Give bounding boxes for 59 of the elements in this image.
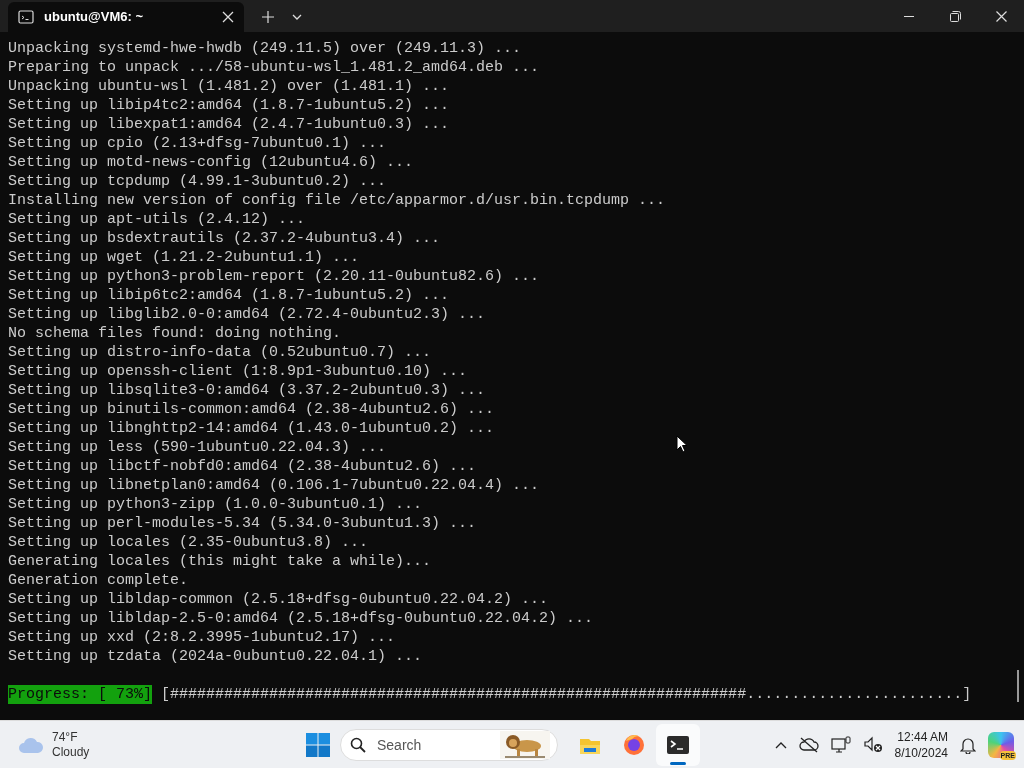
terminal-line: Setting up binutils-common:amd64 (2.38-4ubuntu2.6) ...	[8, 400, 495, 419]
terminal-line: Generation complete.	[8, 571, 189, 590]
temperature-text: 74°F	[52, 729, 79, 745]
search-icon	[350, 736, 366, 753]
terminal-line: Setting up distro-info-data (0.52ubuntu0.7) ...	[8, 343, 432, 362]
terminal-line: Setting up libctf-nobfd0:amd64 (2.38-4ubuntu2.6) ...	[8, 457, 477, 476]
bell-icon[interactable]	[960, 735, 976, 754]
terminal-line: Setting up libsqlite3-0:amd64 (3.37.2-2ubuntu0.3) ...	[8, 381, 486, 400]
terminal-line: Setting up motd-news-config (12ubuntu4.6) ...	[8, 153, 414, 172]
terminal-line: No schema files found: doing nothing.	[8, 324, 342, 343]
terminal-line: Setting up libldap-2.5-0:amd64 (2.5.18+dfsg-0ubuntu0.22.04.2) ...	[8, 609, 594, 628]
progress-label: Progress: [ 73%]	[8, 685, 153, 704]
dropdown-icon[interactable]	[292, 14, 302, 20]
progress-bar-text: [################################################################........................]	[161, 685, 972, 704]
taskbar-app-button[interactable]	[656, 723, 700, 766]
terminal-line: Setting up python3-zipp (1.0.0-3ubuntu0.1) ...	[8, 495, 423, 514]
close-icon[interactable]	[222, 11, 234, 23]
terminal-line: Setting up wget (1.21.2-2ubuntu1.1) ...	[8, 248, 360, 267]
restore-icon[interactable]	[949, 10, 961, 22]
cloud-offline-icon[interactable]	[798, 736, 819, 753]
terminal-line: Setting up python3-problem-report (2.20.11-0ubuntu82.6) ...	[8, 267, 540, 286]
network-icon[interactable]	[830, 735, 851, 754]
terminal-line: Setting up perl-modules-5.34 (5.34.0-3ubuntu1.3) ...	[8, 514, 477, 533]
browser-icon	[622, 732, 646, 757]
terminal-line: Setting up apt-utils (2.4.12) ...	[8, 210, 306, 229]
volume-muted-icon[interactable]	[862, 735, 883, 754]
terminal-line: Setting up libip4tc2:amd64 (1.8.7-1ubuntu5.2) ...	[8, 96, 450, 115]
terminal-line: Unpacking systemd-hwe-hwdb (249.11.5) over (249.11.3) ...	[8, 39, 522, 58]
terminal-line: Setting up xxd (2:8.2.3995-1ubuntu2.17) ...	[8, 628, 396, 647]
terminal-line: Setting up cpio (2.13+dfsg-7ubuntu0.1) ...	[8, 134, 387, 153]
terminal-line: Setting up libip6tc2:amd64 (1.8.7-1ubuntu5.2) ...	[8, 286, 450, 305]
clock-date[interactable]: 8/10/2024	[894, 744, 948, 761]
windows-start-icon[interactable]	[306, 732, 330, 757]
minimize-icon[interactable]	[904, 15, 914, 17]
new-tab-icon[interactable]	[262, 11, 274, 23]
terminal-line: Setting up libnghttp2-14:amd64 (1.43.0-1ubuntu0.2) ...	[8, 419, 495, 438]
clock-time[interactable]: 12:44 AM	[897, 728, 948, 745]
terminal-line: Preparing to unpack .../58-ubuntu-wsl_1.481.2_amd64.deb ...	[8, 58, 540, 77]
terminal-line: Setting up libexpat1:amd64 (2.4.7-1ubuntu0.3) ...	[8, 115, 450, 134]
terminal-line: Setting up tcpdump (4.99.1-3ubuntu0.2) ...	[8, 172, 387, 191]
terminal-line: Setting up openssh-client (1:8.9p1-3ubuntu0.10) ...	[8, 362, 468, 381]
terminal-line: Setting up libnetplan0:amd64 (0.106.1-7ubuntu0.22.04.4) ...	[8, 476, 540, 495]
terminal-tab[interactable]: ubuntu@VM6: ~	[8, 2, 244, 32]
scrollbar-thumb[interactable]	[1017, 670, 1019, 702]
terminal-line: Installing new version of config file /etc/apparmor.d/usr.bin.tcpdump ...	[8, 191, 666, 210]
terminal-line: Setting up locales (2.35-0ubuntu3.8) ...	[8, 533, 369, 552]
chevron-up-icon[interactable]	[774, 740, 787, 749]
terminal-line: Setting up libglib2.0-0:amd64 (2.72.4-0ubuntu2.3) ...	[8, 305, 486, 324]
terminal-line: Setting up tzdata (2024a-0ubuntu0.22.04.1) ...	[8, 647, 423, 666]
terminal-line: Setting up bsdextrautils (2.37.2-4ubuntu3.4) ...	[8, 229, 441, 248]
tab-title: ubuntu@VM6: ~	[44, 8, 144, 27]
terminal-icon	[18, 10, 34, 24]
terminal-line: Generating locales (this might take a while)...	[8, 552, 432, 571]
weather-condition-text: Cloudy	[52, 744, 90, 760]
terminal-line: Unpacking ubuntu-wsl (1.481.2) over (1.481.1) ...	[8, 77, 450, 96]
close-icon[interactable]	[995, 10, 1007, 22]
terminal-line: Setting up libldap-common (2.5.18+dfsg-0ubuntu0.22.04.2) ...	[8, 590, 549, 609]
mouse-cursor-icon	[676, 435, 688, 453]
terminal-line: Setting up less (590-1ubuntu0.22.04.3) ...	[8, 438, 387, 457]
